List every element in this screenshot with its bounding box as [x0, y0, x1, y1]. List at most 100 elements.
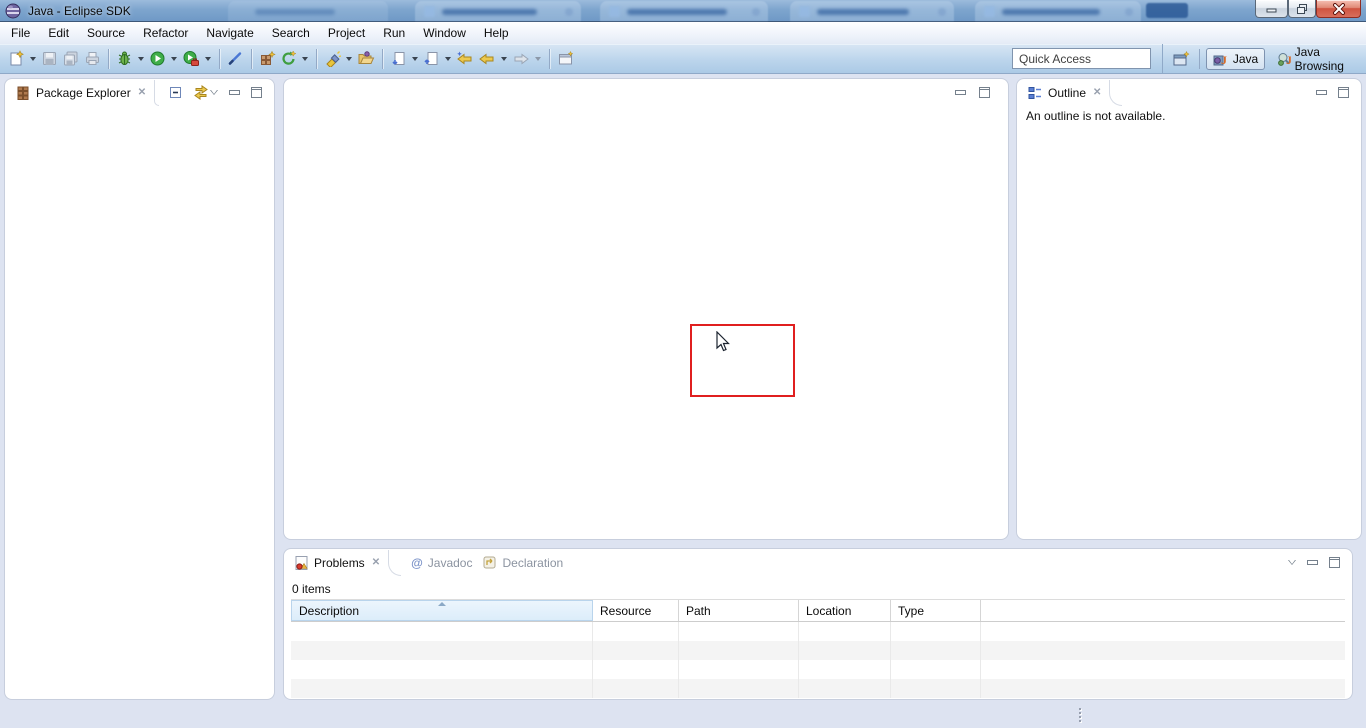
- menu-refactor[interactable]: Refactor: [134, 22, 197, 44]
- column-header-path[interactable]: Path: [679, 600, 799, 621]
- open-editor-button[interactable]: [555, 47, 577, 71]
- tab-problems[interactable]: Problems ✕: [288, 549, 386, 576]
- forward-caret[interactable]: [535, 57, 541, 61]
- back-icon: [478, 50, 496, 67]
- last-edit-location-icon: [456, 50, 474, 67]
- previous-annotation-button[interactable]: [421, 47, 442, 71]
- minimize-editor-button[interactable]: [955, 90, 966, 95]
- maximize-view-button[interactable]: [1338, 87, 1349, 98]
- maximize-editor-button[interactable]: [979, 87, 990, 98]
- menu-window[interactable]: Window: [414, 22, 475, 44]
- menu-navigate[interactable]: Navigate: [197, 22, 262, 44]
- menu-source[interactable]: Source: [78, 22, 134, 44]
- tab-outline[interactable]: Outline ✕: [1021, 79, 1107, 106]
- sort-ascending-icon: [438, 602, 446, 606]
- menu-run[interactable]: Run: [374, 22, 414, 44]
- collapse-all-button[interactable]: [167, 84, 184, 101]
- column-header-type[interactable]: Type: [891, 600, 981, 621]
- run-button[interactable]: [147, 47, 168, 71]
- close-icon: [1333, 3, 1345, 15]
- tab-javadoc[interactable]: @ Javadoc: [405, 549, 476, 576]
- search-button[interactable]: [322, 47, 343, 71]
- tab-package-explorer[interactable]: Package Explorer ✕: [9, 79, 152, 106]
- editor-content[interactable]: [284, 106, 1008, 536]
- save-all-button[interactable]: [60, 47, 82, 71]
- java-perspective-icon: J: [1213, 51, 1229, 67]
- minimize-view-button[interactable]: [1316, 90, 1327, 95]
- favicon-blob: [984, 6, 995, 17]
- next-annotation-button[interactable]: [388, 47, 409, 71]
- toolbar-separator: [251, 49, 252, 69]
- minimize-icon: [1266, 4, 1278, 13]
- back-button[interactable]: [476, 47, 498, 71]
- mouse-cursor-icon: [716, 331, 732, 353]
- new-plugin-project-button[interactable]: [257, 47, 278, 71]
- window-title: Java - Eclipse SDK: [28, 4, 131, 18]
- new-class-caret[interactable]: [302, 57, 308, 61]
- view-menu-button[interactable]: [1288, 560, 1296, 565]
- minimize-button[interactable]: [1255, 0, 1288, 18]
- editor-header: [284, 79, 1008, 106]
- menu-search[interactable]: Search: [263, 22, 319, 44]
- view-menu-button[interactable]: [210, 90, 218, 95]
- outline-view: Outline ✕ An outline is not available.: [1016, 78, 1362, 540]
- column-header-resource[interactable]: Resource: [593, 600, 679, 621]
- new-java-element-button[interactable]: [225, 47, 246, 71]
- close-view-icon[interactable]: ✕: [1091, 88, 1103, 98]
- menu-help[interactable]: Help: [475, 22, 518, 44]
- minimize-view-button[interactable]: [1307, 560, 1318, 565]
- perspective-java-button[interactable]: J Java: [1206, 48, 1265, 70]
- next-annotation-caret[interactable]: [412, 57, 418, 61]
- tab-curve: [1109, 80, 1122, 106]
- run-external-tools-button[interactable]: [180, 47, 202, 71]
- status-bar-drag-handle[interactable]: [1079, 708, 1081, 722]
- back-caret[interactable]: [501, 57, 507, 61]
- perspective-java-browsing-button[interactable]: J Java Browsing: [1271, 43, 1366, 75]
- red-selection-rectangle: [690, 324, 795, 397]
- package-explorer-content[interactable]: [5, 106, 274, 694]
- maximize-view-button[interactable]: [251, 87, 262, 98]
- column-header-location[interactable]: Location: [799, 600, 891, 621]
- background-window-button: [1146, 3, 1188, 18]
- restore-button[interactable]: [1288, 0, 1316, 18]
- close-button[interactable]: [1316, 0, 1361, 18]
- column-header-description[interactable]: Description: [291, 600, 593, 621]
- close-view-icon[interactable]: ✕: [136, 88, 148, 98]
- new-wizard-caret[interactable]: [30, 57, 36, 61]
- print-button[interactable]: [82, 47, 103, 71]
- forward-button[interactable]: [510, 47, 532, 71]
- debug-caret[interactable]: [138, 57, 144, 61]
- quick-access-input[interactable]: [1012, 48, 1151, 69]
- new-class-button[interactable]: [278, 47, 299, 71]
- new-plugin-project-icon: [259, 50, 276, 67]
- outline-message: An outline is not available.: [1017, 106, 1361, 123]
- maximize-view-button[interactable]: [1329, 557, 1340, 568]
- new-wizard-button[interactable]: [6, 47, 27, 71]
- menu-file[interactable]: File: [2, 22, 39, 44]
- tab-label: Outline: [1048, 86, 1086, 100]
- open-perspective-button[interactable]: [1170, 47, 1193, 71]
- search-caret[interactable]: [346, 57, 352, 61]
- tab-close-blob: [938, 8, 946, 16]
- minimize-view-button[interactable]: [229, 90, 240, 95]
- menu-project[interactable]: Project: [319, 22, 374, 44]
- problems-table-header: Description Resource Path Location Type: [291, 600, 1345, 622]
- save-button[interactable]: [39, 47, 60, 71]
- close-view-icon[interactable]: ✕: [370, 558, 382, 568]
- favicon-blob: [424, 6, 435, 17]
- perspective-label: Java Browsing: [1295, 45, 1360, 73]
- link-with-editor-button[interactable]: [192, 84, 210, 101]
- run-external-tools-caret[interactable]: [205, 57, 211, 61]
- last-edit-location-button[interactable]: [454, 47, 476, 71]
- background-window-tab: [415, 1, 581, 21]
- tab-declaration[interactable]: Declaration: [476, 549, 567, 576]
- open-type-button[interactable]: [355, 47, 377, 71]
- save-icon: [41, 50, 58, 67]
- outline-icon: [1027, 85, 1043, 101]
- previous-annotation-caret[interactable]: [445, 57, 451, 61]
- menu-edit[interactable]: Edit: [39, 22, 78, 44]
- package-explorer-icon: [15, 85, 31, 101]
- tab-close-blob: [565, 8, 573, 16]
- run-caret[interactable]: [171, 57, 177, 61]
- debug-button[interactable]: [114, 47, 135, 71]
